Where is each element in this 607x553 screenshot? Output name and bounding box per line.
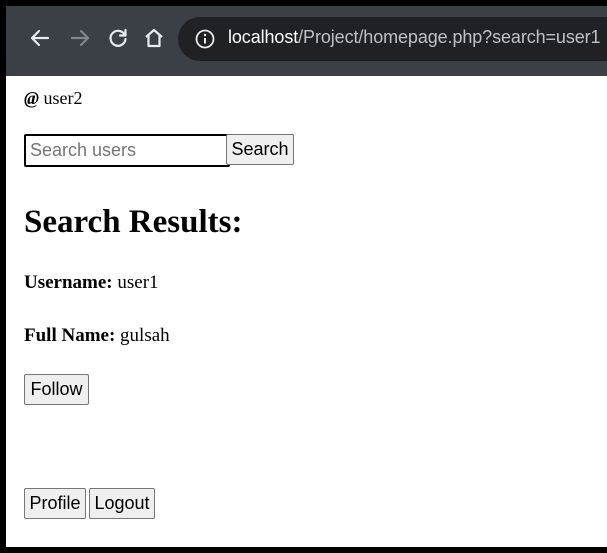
- page-content: @ user2 Search Search Results: Username:…: [24, 76, 607, 547]
- username-value: user1: [117, 272, 159, 293]
- url-text[interactable]: localhost/Project/homepage.php?search=us…: [228, 27, 601, 48]
- search-button[interactable]: Search: [226, 134, 294, 165]
- arrow-left-icon[interactable]: [26, 24, 54, 52]
- home-icon[interactable]: [140, 24, 168, 52]
- profile-button[interactable]: Profile: [24, 488, 86, 519]
- search-input[interactable]: [24, 134, 230, 167]
- result-username: Username: user1: [24, 272, 159, 294]
- url-host: localhost: [228, 27, 299, 47]
- browser-toolbar: localhost/Project/homepage.php?search=us…: [6, 6, 607, 76]
- current-username: user2: [43, 88, 83, 108]
- username-label: Username:: [24, 272, 113, 293]
- fullname-value: gulsah: [120, 325, 170, 346]
- logout-button[interactable]: Logout: [89, 488, 155, 519]
- address-bar[interactable]: localhost/Project/homepage.php?search=us…: [178, 17, 607, 61]
- results-heading: Search Results:: [24, 204, 243, 240]
- arrow-right-icon[interactable]: [66, 24, 94, 52]
- current-user: @ user2: [24, 88, 82, 109]
- result-fullname: Full Name: gulsah: [24, 325, 170, 347]
- reload-icon[interactable]: [104, 24, 132, 52]
- info-icon[interactable]: [194, 28, 216, 50]
- follow-button[interactable]: Follow: [24, 374, 89, 405]
- fullname-label: Full Name:: [24, 325, 116, 346]
- url-path: /Project/homepage.php?search=user1: [298, 27, 601, 47]
- at-symbol: @: [24, 88, 39, 108]
